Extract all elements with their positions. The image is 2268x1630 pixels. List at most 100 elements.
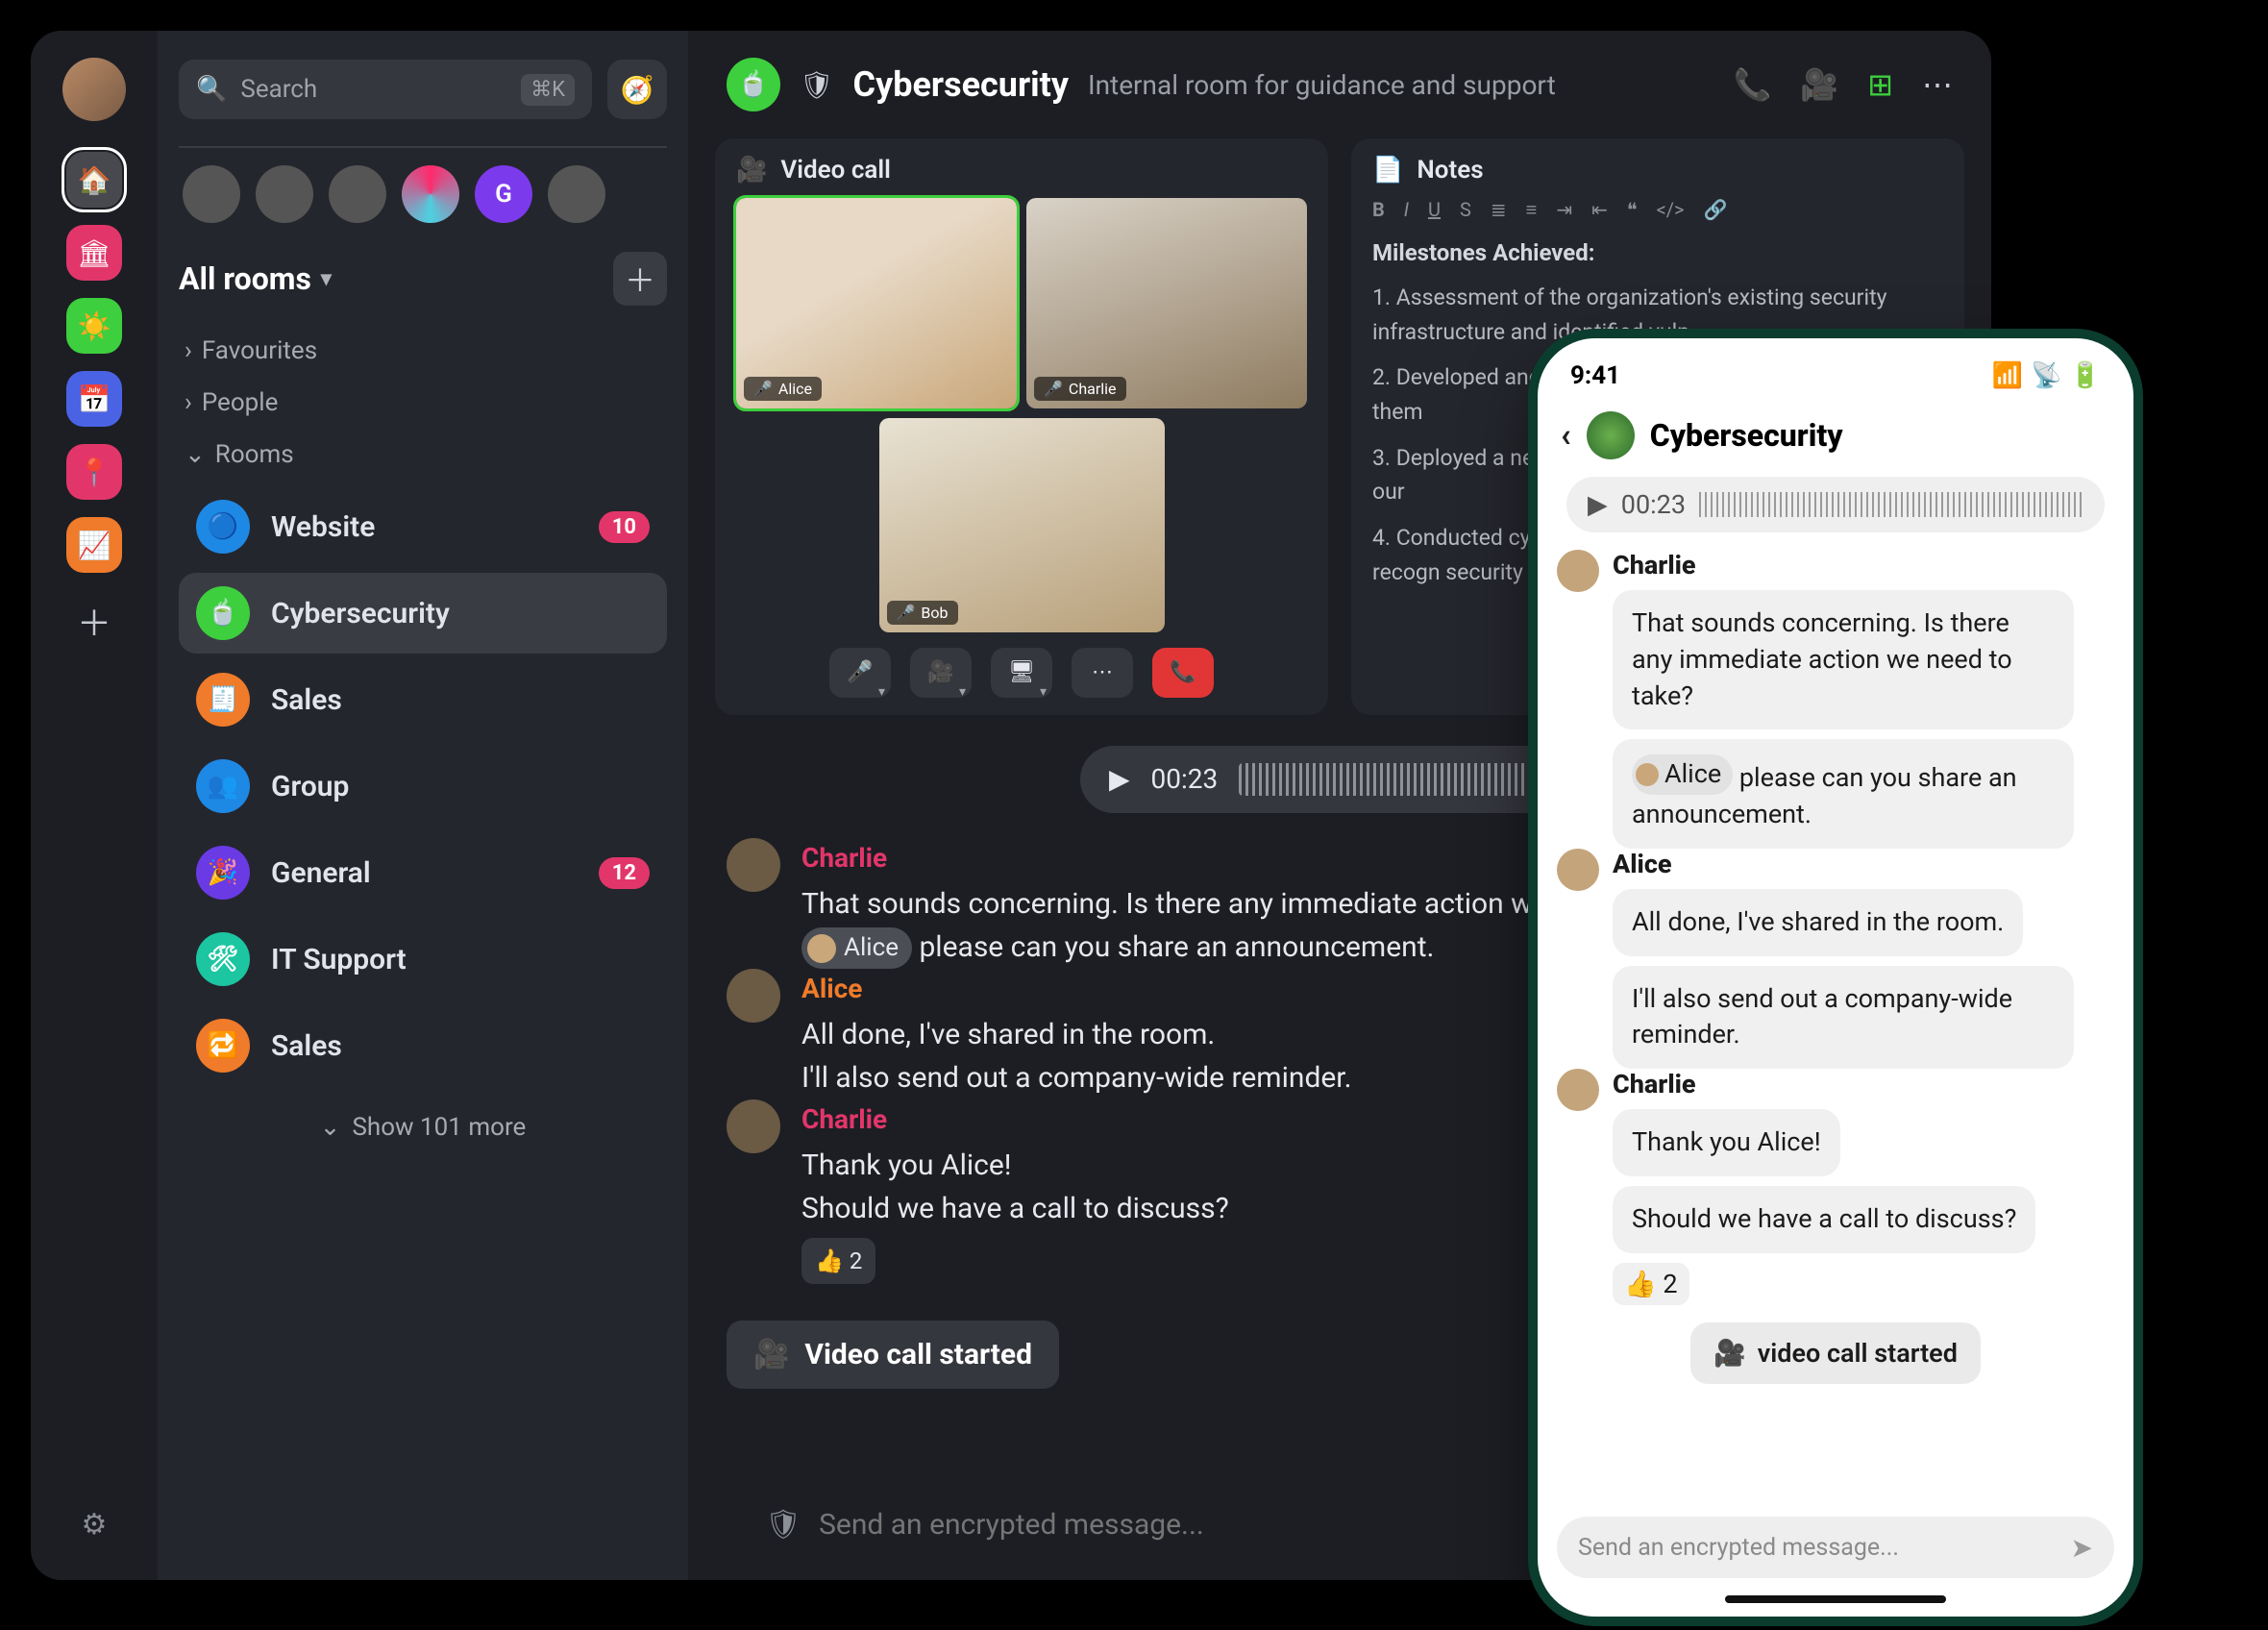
voice-duration: 00:23: [1151, 763, 1219, 795]
sender-avatar[interactable]: [727, 1099, 780, 1153]
sender-avatar[interactable]: [1557, 1069, 1599, 1111]
back-button[interactable]: ‹: [1561, 416, 1571, 455]
section-rooms[interactable]: ⌄ Rooms: [179, 429, 667, 481]
voice-duration: 00:23: [1621, 489, 1686, 520]
status-icons: 📶 📡 🔋: [1992, 361, 2101, 390]
waveform: [1239, 763, 1570, 796]
reaction[interactable]: 👍 2: [1613, 1263, 1689, 1305]
room-subtitle: Internal room for guidance and support: [1088, 69, 1556, 101]
room-item[interactable]: 🎉 General 12: [179, 832, 667, 913]
italic-icon[interactable]: I: [1404, 198, 1409, 222]
rail-space-5[interactable]: 📈: [66, 517, 122, 573]
explore-button[interactable]: 🧭: [607, 60, 667, 119]
search-input[interactable]: 🔍 Search ⌘K: [179, 60, 592, 119]
recent-people: G: [179, 165, 667, 223]
voice-message[interactable]: ▶ 00:23: [1566, 477, 2105, 532]
room-item[interactable]: 🔁 Sales: [179, 1005, 667, 1086]
camera-button[interactable]: 🎥: [910, 648, 972, 698]
room-item[interactable]: 🔵 Website 10: [179, 486, 667, 567]
mention-pill[interactable]: Alice: [801, 927, 912, 969]
rail-space-4[interactable]: 📍: [66, 444, 122, 500]
call-started-chip[interactable]: 🎥 video call started: [1690, 1322, 1981, 1384]
message: CharlieThat sounds concerning. Is there …: [1557, 550, 2114, 849]
sender-name: Charlie: [1613, 550, 1696, 580]
section-favourites[interactable]: › Favourites: [179, 325, 667, 377]
shield-icon: 🛡: [765, 1508, 801, 1542]
chevron-down-icon: ▾: [321, 267, 332, 291]
mention-pill[interactable]: Alice: [1632, 754, 1733, 795]
recent-person[interactable]: [256, 165, 313, 223]
mic-icon: 🎤: [1044, 380, 1063, 398]
recent-person[interactable]: [548, 165, 605, 223]
play-icon[interactable]: ▶: [1109, 763, 1130, 795]
hangup-button[interactable]: 📞: [1152, 648, 1214, 698]
more-icon[interactable]: ⋯: [1922, 66, 1953, 103]
message-line: Alice please can you share an announceme…: [801, 926, 1587, 970]
more-button[interactable]: ⋯: [1072, 648, 1133, 698]
show-more-rooms[interactable]: ⌄ Show 101 more: [179, 1113, 667, 1142]
room-header: 🍵 🛡 Cybersecurity Internal room for guid…: [688, 31, 1991, 138]
wifi-icon: 📡: [2031, 361, 2061, 390]
call-chip-label: Video call started: [804, 1338, 1032, 1371]
rail-space-2[interactable]: ☀️: [66, 298, 122, 354]
share-button[interactable]: 🖥: [991, 648, 1052, 698]
recent-person[interactable]: [329, 165, 386, 223]
rail-home[interactable]: 🏠: [66, 152, 122, 208]
strike-icon[interactable]: S: [1460, 198, 1471, 222]
bold-icon[interactable]: B: [1372, 198, 1385, 222]
video-icon: 🎥: [753, 1338, 789, 1371]
recent-person[interactable]: [183, 165, 240, 223]
allrooms-header[interactable]: All rooms ▾: [179, 260, 332, 297]
phone-feed: ▶ 00:23 CharlieThat sounds concerning. I…: [1538, 477, 2133, 1595]
add-room-button[interactable]: ＋: [613, 252, 667, 306]
sender-avatar[interactable]: [1557, 550, 1599, 592]
call-icon[interactable]: 📞: [1734, 66, 1772, 103]
video-tile-charlie[interactable]: 🎤Charlie: [1026, 198, 1307, 408]
recent-person[interactable]: [402, 165, 459, 223]
apps-icon[interactable]: ⊞: [1867, 66, 1893, 103]
room-item[interactable]: 👥 Group: [179, 746, 667, 827]
sender-avatar[interactable]: [727, 969, 780, 1023]
composer[interactable]: Send an encrypted message... ➤: [1557, 1517, 2114, 1578]
message-line: All done, I've shared in the room.: [801, 1013, 1352, 1056]
status-time: 9:41: [1570, 361, 1620, 390]
video-tile-bob[interactable]: 🎤Bob: [879, 418, 1165, 632]
notes-icon: 📄: [1372, 156, 1403, 185]
section-people[interactable]: › People: [179, 377, 667, 429]
link-icon[interactable]: 🔗: [1704, 198, 1728, 222]
mute-button[interactable]: 🎤: [829, 648, 891, 698]
room-label: Website: [271, 510, 375, 544]
send-icon[interactable]: ➤: [2071, 1532, 2093, 1564]
outdent-icon[interactable]: ⇤: [1591, 198, 1608, 222]
sender-avatar[interactable]: [1557, 849, 1599, 891]
section-label: Favourites: [202, 336, 317, 365]
play-icon[interactable]: ▶: [1588, 489, 1608, 520]
tile-label: Bob: [921, 604, 948, 622]
list-icon[interactable]: ≣: [1491, 198, 1507, 222]
me-avatar[interactable]: [62, 58, 126, 121]
sender-name: Alice: [1613, 849, 1672, 879]
settings-icon[interactable]: ⚙: [82, 1508, 108, 1542]
video-icon[interactable]: 🎥: [1800, 66, 1838, 103]
voice-message[interactable]: ▶ 00:23: [1080, 746, 1599, 813]
rail-space-1[interactable]: 🏛: [66, 225, 122, 281]
room-item[interactable]: 🛠 IT Support: [179, 919, 667, 1000]
sender-name: Charlie: [801, 838, 1587, 878]
room-icon: 🛠: [196, 932, 250, 986]
room-item[interactable]: 🧾 Sales: [179, 659, 667, 740]
rail-add-space[interactable]: ＋: [77, 596, 111, 646]
recent-person[interactable]: G: [475, 165, 532, 223]
reaction[interactable]: 👍 2: [801, 1238, 875, 1284]
show-more-label: Show 101 more: [352, 1113, 526, 1142]
video-tile-alice[interactable]: 🎤Alice: [736, 198, 1017, 408]
code-icon[interactable]: </>: [1657, 198, 1685, 222]
room-item[interactable]: 🍵 Cybersecurity: [179, 573, 667, 654]
call-started-chip[interactable]: 🎥 Video call started: [727, 1321, 1059, 1389]
sender-avatar[interactable]: [727, 838, 780, 892]
indent-icon[interactable]: ⇥: [1556, 198, 1572, 222]
message-bubble: Alice please can you share an announceme…: [1613, 739, 2074, 848]
underline-icon[interactable]: U: [1428, 198, 1441, 222]
quote-icon[interactable]: ❝: [1627, 198, 1638, 222]
rail-space-3[interactable]: 📅: [66, 371, 122, 427]
numlist-icon[interactable]: ≡: [1526, 198, 1538, 222]
